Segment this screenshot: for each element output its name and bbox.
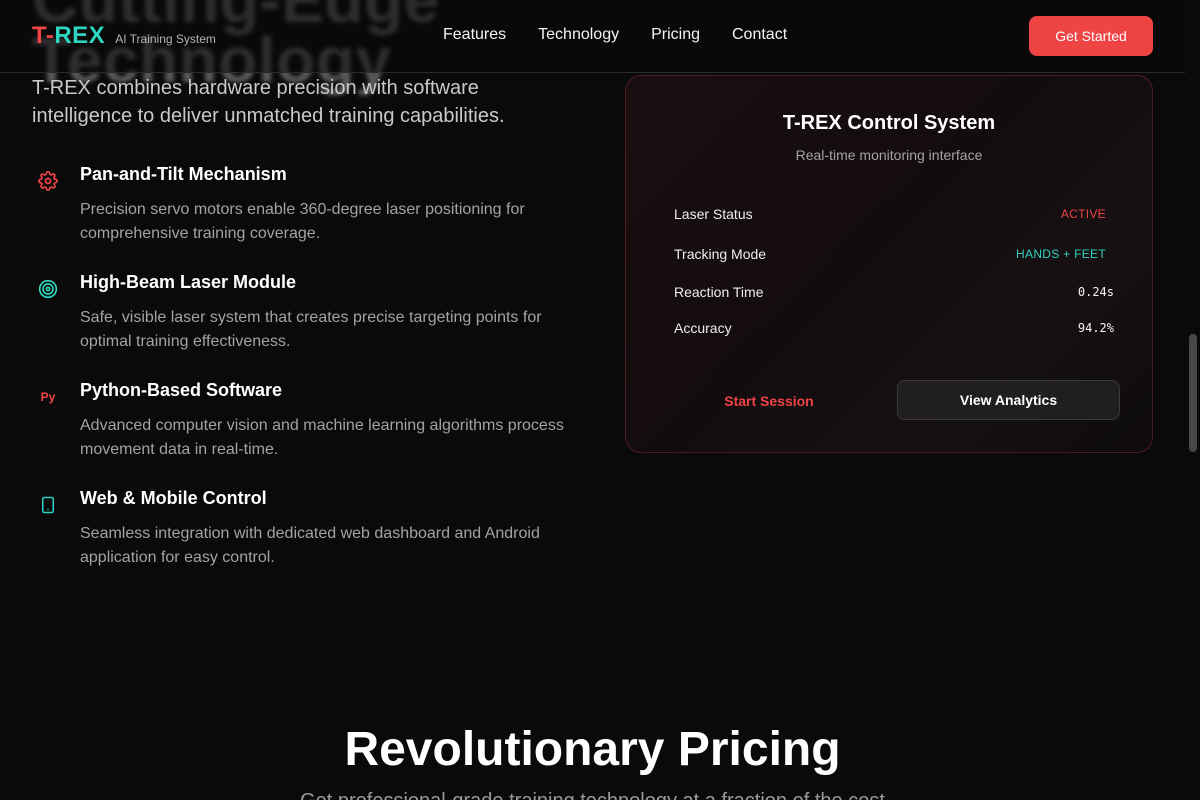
stat-label: Accuracy: [674, 320, 732, 336]
logo-text: T-REX: [32, 22, 105, 50]
feature-item: Py Python-Based Software Advanced comput…: [32, 376, 572, 484]
feature-item: Web & Mobile Control Seamless integratio…: [32, 484, 572, 592]
technology-intro: T-REX combines hardware precision with s…: [32, 77, 505, 127]
stat-row-reaction-time: Reaction Time 0.24s: [674, 284, 1114, 300]
logo-suffix: REX: [54, 22, 106, 49]
panel-title: T-REX Control System: [782, 112, 996, 134]
smartphone-icon: [37, 494, 59, 516]
stat-label: Laser Status: [674, 206, 753, 222]
page-scrollbar[interactable]: [1185, 0, 1200, 800]
view-analytics-button[interactable]: View Analytics: [897, 380, 1120, 420]
logo-tagline: AI Training System: [115, 32, 216, 46]
nav-links: Features Technology Pricing Contact: [443, 26, 787, 44]
target-icon: [37, 278, 59, 300]
stat-row-laser-status: Laser Status ACTIVE: [674, 206, 1106, 222]
accuracy-value: 94.2%: [1077, 321, 1114, 335]
get-started-button[interactable]: Get Started: [1029, 16, 1153, 56]
control-system-panel: T-REX Control System Real-time monitorin…: [625, 75, 1153, 453]
scrollbar-thumb[interactable]: [1189, 334, 1197, 452]
panel-subtitle: Real-time monitoring interface: [795, 147, 983, 163]
feature-title: High-Beam Laser Module: [80, 272, 297, 292]
feature-item: High-Beam Laser Module Safe, visible las…: [32, 268, 572, 376]
pricing-subtitle: Get professional-grade training technolo…: [0, 790, 1185, 800]
logo-prefix: T-: [32, 22, 55, 49]
reaction-time-value: 0.24s: [1077, 285, 1114, 299]
status-badge: ACTIVE: [1060, 207, 1106, 221]
nav-link-contact[interactable]: Contact: [732, 26, 787, 44]
feature-title: Pan-and-Tilt Mechanism: [80, 164, 287, 184]
logo[interactable]: T-REX AI Training System: [32, 22, 216, 50]
stat-label: Tracking Mode: [674, 246, 767, 262]
feature-description: Advanced computer vision and machine lea…: [80, 417, 564, 458]
start-session-button[interactable]: Start Session: [674, 381, 864, 421]
feature-description: Precision servo motors enable 360-degree…: [80, 201, 525, 242]
feature-item: Pan-and-Tilt Mechanism Precision servo m…: [32, 160, 572, 268]
stat-row-accuracy: Accuracy 94.2%: [674, 320, 1114, 336]
feature-description: Seamless integration with dedicated web …: [80, 525, 540, 566]
stat-label: Reaction Time: [674, 284, 764, 300]
stat-row-tracking-mode: Tracking Mode HANDS + FEET: [674, 246, 1106, 262]
pricing-heading: Revolutionary Pricing: [344, 723, 841, 776]
python-icon: Py: [40, 390, 56, 404]
feature-description: Safe, visible laser system that creates …: [80, 309, 542, 350]
feature-title: Python-Based Software: [80, 380, 283, 400]
feature-title: Web & Mobile Control: [80, 488, 267, 508]
nav-link-pricing[interactable]: Pricing: [651, 26, 700, 44]
nav-link-technology[interactable]: Technology: [538, 26, 619, 44]
navbar: T-REX AI Training System Features Techno…: [0, 0, 1185, 73]
gear-icon: [37, 170, 59, 192]
feature-list: Pan-and-Tilt Mechanism Precision servo m…: [32, 160, 572, 592]
tracking-mode-value: HANDS + FEET: [1016, 247, 1106, 261]
nav-link-features[interactable]: Features: [443, 26, 506, 44]
